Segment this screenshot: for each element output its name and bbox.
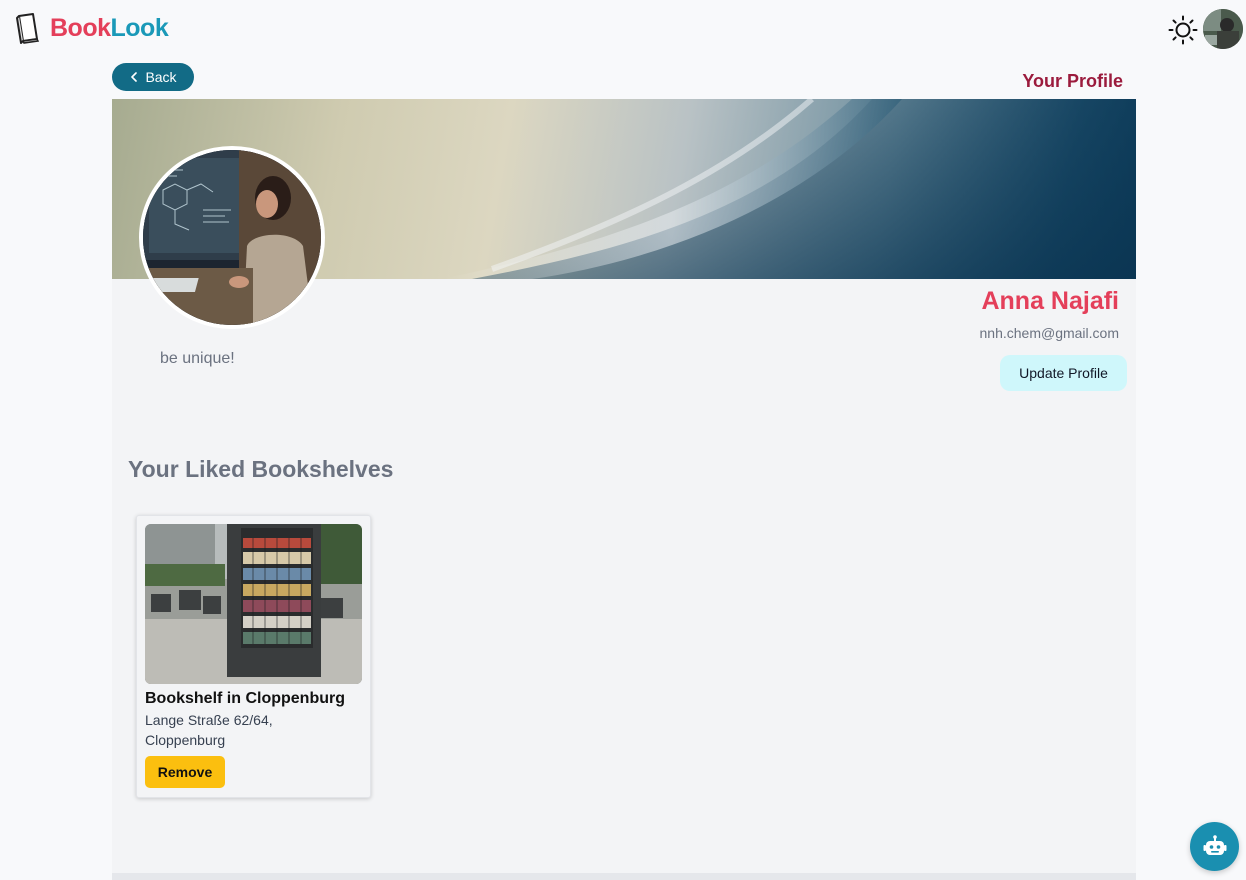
liked-bookshelves-heading: Your Liked Bookshelves: [128, 456, 394, 482]
page-title: Your Profile: [1022, 71, 1123, 91]
panel-footer-strip: [112, 873, 1136, 880]
logo-text-part2: Look: [110, 13, 169, 42]
logo-text-part1: Book: [50, 13, 111, 42]
profile-email: nnh.chem@gmail.com: [979, 325, 1120, 341]
logo-text: BookLook: [50, 13, 169, 43]
sun-icon[interactable]: [1168, 15, 1198, 45]
book-icon: [16, 13, 40, 44]
update-profile-button[interactable]: Update Profile: [1000, 355, 1127, 391]
profile-photo: [139, 146, 325, 329]
user-avatar[interactable]: [1203, 9, 1243, 49]
app-logo[interactable]: BookLook: [14, 12, 169, 44]
back-button[interactable]: Back: [112, 63, 194, 91]
bookshelf-photo: [145, 524, 362, 684]
robot-icon: [1203, 834, 1226, 855]
remove-button[interactable]: Remove: [145, 756, 225, 788]
back-button-label: Back: [145, 69, 177, 85]
chatbot-button[interactable]: [1190, 822, 1239, 871]
avatar-image: [1203, 9, 1243, 49]
bookshelf-image[interactable]: [145, 524, 362, 684]
profile-name: Anna Najafi: [981, 287, 1119, 315]
profile-photo-image: [143, 150, 321, 325]
chevron-left-icon: [131, 72, 138, 82]
bookshelf-address: Lange Straße 62/64, Cloppenburg: [145, 712, 273, 748]
profile-bio: be unique!: [160, 350, 235, 367]
bookshelf-title[interactable]: Bookshelf in Cloppenburg: [145, 690, 345, 708]
bookshelf-card: Bookshelf in Cloppenburg Lange Straße 62…: [136, 515, 371, 798]
